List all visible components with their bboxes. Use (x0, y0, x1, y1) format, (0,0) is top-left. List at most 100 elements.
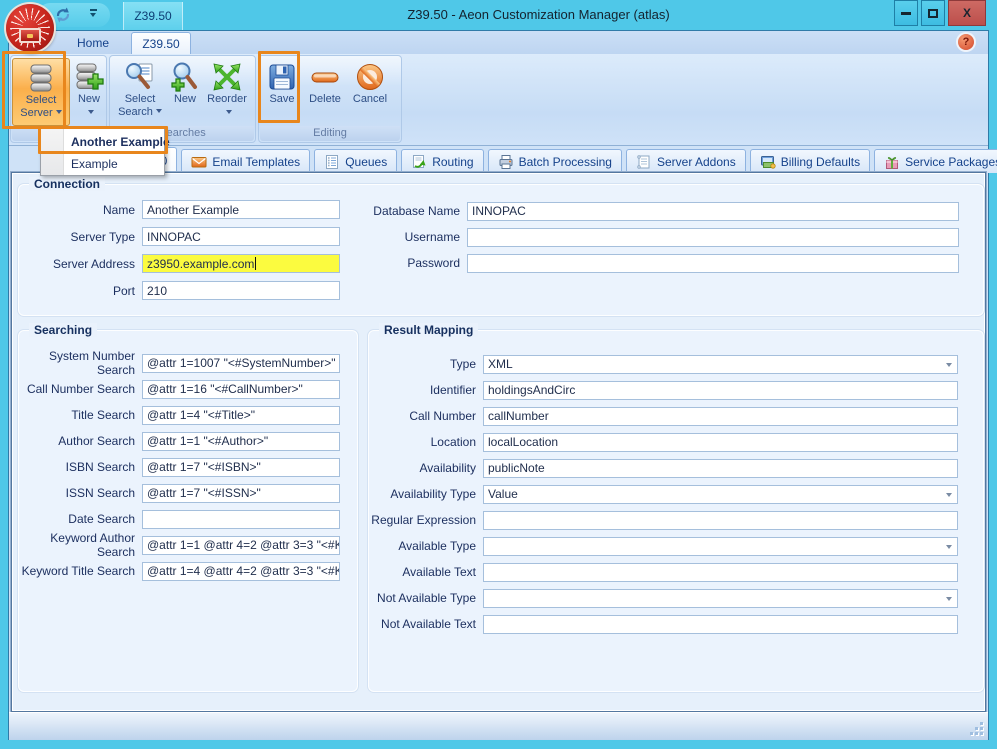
ribbon-tab-z3950[interactable]: Z39.50 (131, 32, 191, 54)
dropdown-arrow-icon[interactable] (946, 363, 952, 367)
dropdown-arrow-icon[interactable] (946, 597, 952, 601)
dropdown-arrow-icon[interactable] (946, 493, 952, 497)
text-cursor (255, 257, 256, 270)
logo-clasp (27, 34, 33, 38)
server-type-input[interactable]: INNOPAC (142, 227, 340, 246)
contextual-tab-header: Z39.50 (123, 2, 183, 30)
form-row-call-number-search: Call Number Search@attr 1=16 "<#CallNumb… (20, 376, 340, 402)
author-search-input[interactable]: @attr 1=1 "<#Author>" (142, 432, 340, 451)
new-server-button[interactable]: New (72, 58, 106, 126)
menu-item-example[interactable]: Example (41, 153, 164, 175)
doc-tab-server-addons[interactable]: Server Addons (626, 149, 746, 173)
form-row-author-search: Author Search@attr 1=1 "<#Author>" (20, 428, 340, 454)
maximize-button[interactable] (921, 0, 945, 26)
not-available-type-combobox[interactable] (483, 589, 958, 608)
username-input[interactable] (467, 228, 959, 247)
form-row-call-number: Call NumbercallNumber (370, 403, 958, 429)
batch-processing-icon (498, 154, 514, 170)
button-label: Reorder (207, 93, 247, 106)
doc-tab-email-templates[interactable]: Email Templates (181, 149, 310, 173)
date-search-input[interactable] (142, 510, 340, 529)
help-button[interactable]: ? (958, 34, 974, 50)
username-label: Username (370, 230, 467, 244)
delete-minus-icon (309, 61, 341, 93)
date-search-label: Date Search (20, 512, 142, 526)
call-number-input[interactable]: callNumber (483, 407, 958, 426)
port-input[interactable]: 210 (142, 281, 340, 300)
password-input[interactable] (467, 254, 959, 273)
select-search-icon (124, 61, 156, 93)
title-search-value: @attr 1=4 "<#Title>" (147, 408, 255, 422)
available-text-input[interactable] (483, 563, 958, 582)
button-caret-row (85, 107, 94, 120)
doc-tab-batch-processing[interactable]: Batch Processing (488, 149, 622, 173)
ribbon-tab-row: Home Z39.50 (9, 31, 988, 54)
ribbon-tab-home[interactable]: Home (59, 32, 127, 54)
doc-tab-queues[interactable]: Queues (314, 149, 397, 173)
doc-tab-label: Billing Defaults (781, 155, 860, 169)
available-type-combobox[interactable] (483, 537, 958, 556)
doc-tab-service-packages[interactable]: Service Packages (874, 149, 997, 173)
type-combobox[interactable]: XML (483, 355, 958, 374)
billing-defaults-icon (760, 154, 776, 170)
call-number-search-input[interactable]: @attr 1=16 "<#CallNumber>" (142, 380, 340, 399)
author-search-value: @attr 1=1 "<#Author>" (147, 434, 268, 448)
cancel-icon (354, 61, 386, 93)
result-mapping-fields: TypeXMLIdentifierholdingsAndCircCall Num… (370, 351, 958, 637)
app-logo-icon[interactable] (6, 4, 54, 52)
availability-input[interactable]: publicNote (483, 459, 958, 478)
server-address-label: Server Address (20, 257, 142, 271)
resize-grip[interactable] (970, 722, 984, 736)
new-search-button[interactable]: New (169, 58, 201, 126)
keyword-title-search-input[interactable]: @attr 1=4 @attr 4=2 @attr 3=3 "<#Ke (142, 562, 340, 581)
minimize-button[interactable] (894, 0, 918, 26)
dropdown-caret-icon (88, 110, 94, 114)
issn-search-input[interactable]: @attr 1=7 "<#ISSN>" (142, 484, 340, 503)
reorder-button[interactable]: Reorder (202, 58, 252, 126)
available-text-label: Available Text (370, 565, 483, 579)
type-value: XML (488, 357, 513, 371)
not-available-text-input[interactable] (483, 615, 958, 634)
group-label-editing: Editing (260, 126, 400, 141)
form-row-isbn-search: ISBN Search@attr 1=7 "<#ISBN>" (20, 454, 340, 480)
form-row-database-name: Database NameINNOPAC (370, 198, 959, 224)
title-bar: Z39.50 Z39.50 - Aeon Customization Manag… (0, 0, 997, 30)
sync-icon[interactable] (54, 6, 72, 24)
server-address-input[interactable]: z3950.example.com (142, 254, 340, 273)
database-name-input[interactable]: INNOPAC (467, 202, 959, 221)
connection-title: Connection (29, 177, 105, 191)
keyword-author-search-input[interactable]: @attr 1=1 @attr 4=2 @attr 3=3 "<#Ke (142, 536, 340, 555)
isbn-search-input[interactable]: @attr 1=7 "<#ISBN>" (142, 458, 340, 477)
keyword-title-search-value: @attr 1=4 @attr 4=2 @attr 3=3 "<#Ke (147, 564, 340, 578)
form-row-type: TypeXML (370, 351, 958, 377)
qat-dropdown-icon[interactable] (89, 9, 98, 18)
button-label: New (174, 93, 196, 106)
annotation-select-server (2, 51, 66, 129)
form-row-available-text: Available Text (370, 559, 958, 585)
doc-tab-routing[interactable]: Routing (401, 149, 483, 173)
connection-right-fields: Database NameINNOPACUsernamePassword (370, 198, 959, 276)
button-label2: Search (118, 106, 162, 119)
isbn-search-value: @attr 1=7 "<#ISBN>" (147, 460, 261, 474)
form-row-keyword-title-search: Keyword Title Search@attr 1=4 @attr 4=2 … (20, 558, 340, 584)
identifier-input[interactable]: holdingsAndCirc (483, 381, 958, 400)
port-value: 210 (147, 284, 167, 298)
delete-button[interactable]: Delete (304, 58, 346, 126)
doc-tab-billing-defaults[interactable]: Billing Defaults (750, 149, 870, 173)
form-row-not-available-type: Not Available Type (370, 585, 958, 611)
service-packages-icon (884, 154, 900, 170)
cancel-button[interactable]: Cancel (347, 58, 393, 126)
title-search-input[interactable]: @attr 1=4 "<#Title>" (142, 406, 340, 425)
database-name-label: Database Name (370, 204, 467, 218)
form-row-password: Password (370, 250, 959, 276)
dropdown-arrow-icon[interactable] (946, 545, 952, 549)
reorder-arrows-icon (211, 61, 243, 93)
system-number-search-input[interactable]: @attr 1=1007 "<#SystemNumber>" (142, 354, 340, 373)
form-row-regular-expression: Regular Expression (370, 507, 958, 533)
name-input[interactable]: Another Example (142, 200, 340, 219)
location-input[interactable]: localLocation (483, 433, 958, 452)
close-button[interactable]: X (948, 0, 986, 26)
select-search-button[interactable]: Select Search (113, 58, 167, 126)
availability-type-combobox[interactable]: Value (483, 485, 958, 504)
regular-expression-input[interactable] (483, 511, 958, 530)
